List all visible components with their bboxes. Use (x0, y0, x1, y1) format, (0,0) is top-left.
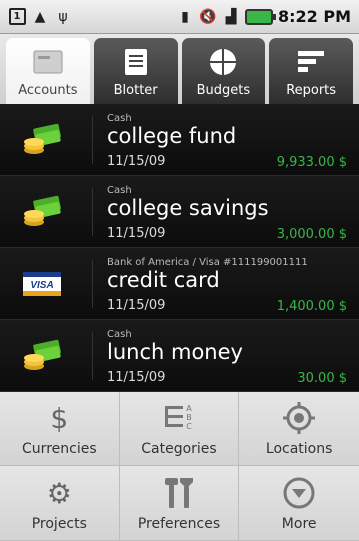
gear-icon: ⚙ (46, 476, 72, 510)
more-icon (283, 477, 315, 509)
row-divider (92, 116, 93, 164)
visa-text: VISA (30, 280, 53, 291)
account-row-college-fund[interactable]: Cash college fund 11/15/09 9,933.00 $ (0, 104, 359, 176)
account-type: Cash (107, 185, 132, 196)
menu-item-preferences[interactable]: Preferences (119, 466, 240, 541)
tab-label: Blotter (113, 83, 158, 98)
dollar-icon: $ (50, 401, 69, 435)
account-amount: 3,000.00 $ (276, 227, 347, 242)
row-divider (92, 332, 93, 380)
tab-bar: Accounts Blotter Budgets Reports (0, 34, 359, 104)
sim-number: 1 (8, 8, 26, 25)
categories-icon: A B C (164, 404, 192, 431)
svg-text:B: B (186, 413, 192, 422)
account-name: college savings (107, 196, 269, 220)
menu-label: Currencies (22, 441, 97, 457)
tab-reports[interactable]: Reports (269, 38, 353, 104)
budgets-icon (210, 49, 237, 75)
usb-icon: ψ (58, 8, 68, 25)
cash-icon (24, 123, 61, 154)
tab-blotter[interactable]: Blotter (93, 38, 178, 104)
account-row-college-savings[interactable]: Cash college savings 11/15/09 3,000.00 $ (0, 176, 359, 248)
cash-icon (24, 339, 61, 370)
account-type: Cash (107, 329, 132, 340)
accounts-icon (33, 50, 63, 74)
account-row-credit-card[interactable]: VISA Bank of America / Visa #11119900111… (0, 248, 359, 320)
options-menu: $ Currencies A B C Categories Locations … (0, 392, 359, 541)
account-name: college fund (107, 124, 237, 148)
menu-item-locations[interactable]: Locations (239, 392, 359, 466)
menu-item-categories[interactable]: A B C Categories (119, 392, 240, 466)
sd-icon: ▮ (181, 8, 189, 25)
account-row-lunch-money[interactable]: Cash lunch money 11/15/09 30.00 $ (0, 320, 359, 392)
menu-label: More (281, 516, 317, 532)
tab-label: Budgets (196, 83, 251, 98)
menu-label: Locations (265, 441, 333, 457)
svg-text:C: C (186, 422, 192, 431)
sim-icon: 1 (8, 8, 26, 26)
status-time: 8:22 PM (277, 7, 351, 26)
tab-label: Reports (286, 83, 337, 98)
tab-accounts[interactable]: Accounts (6, 38, 90, 104)
account-list: Cash college fund 11/15/09 9,933.00 $ Ca… (0, 104, 359, 392)
blotter-icon (124, 49, 147, 75)
signal-icon: ▟ (225, 8, 237, 25)
account-date: 11/15/09 (107, 154, 166, 169)
account-name: lunch money (107, 340, 243, 364)
mute-icon: 🔇 (199, 8, 217, 25)
menu-label: Categories (141, 441, 217, 457)
account-date: 11/15/09 (107, 226, 166, 241)
cash-icon (24, 195, 61, 226)
tab-budgets[interactable]: Budgets (181, 38, 266, 104)
account-amount: 1,400.00 $ (276, 299, 347, 314)
menu-label: Preferences (137, 516, 221, 532)
account-date: 11/15/09 (107, 298, 166, 313)
account-date: 11/15/09 (107, 370, 166, 385)
row-divider (92, 188, 93, 236)
account-amount: 30.00 $ (297, 371, 347, 386)
menu-item-projects[interactable]: ⚙ Projects (0, 466, 120, 541)
account-amount: 9,933.00 $ (276, 155, 347, 170)
battery-icon (244, 8, 276, 25)
status-bar: 1 ▲ ψ ▮ 🔇 ▟ 8:22 PM (0, 0, 359, 34)
reports-icon (298, 51, 325, 72)
location-icon (283, 402, 316, 434)
visa-card-icon: VISA (23, 272, 61, 296)
menu-item-more[interactable]: More (239, 466, 359, 541)
account-name: credit card (107, 268, 220, 292)
account-type: Bank of America / Visa #111199001111 (107, 257, 308, 268)
menu-item-currencies[interactable]: $ Currencies (0, 392, 120, 466)
tab-label: Accounts (18, 83, 78, 98)
svg-text:A: A (186, 404, 192, 413)
menu-label: Projects (31, 516, 87, 532)
warning-icon: ▲ (34, 8, 46, 25)
account-type: Cash (107, 113, 132, 124)
tools-icon (164, 478, 193, 508)
row-divider (92, 260, 93, 308)
